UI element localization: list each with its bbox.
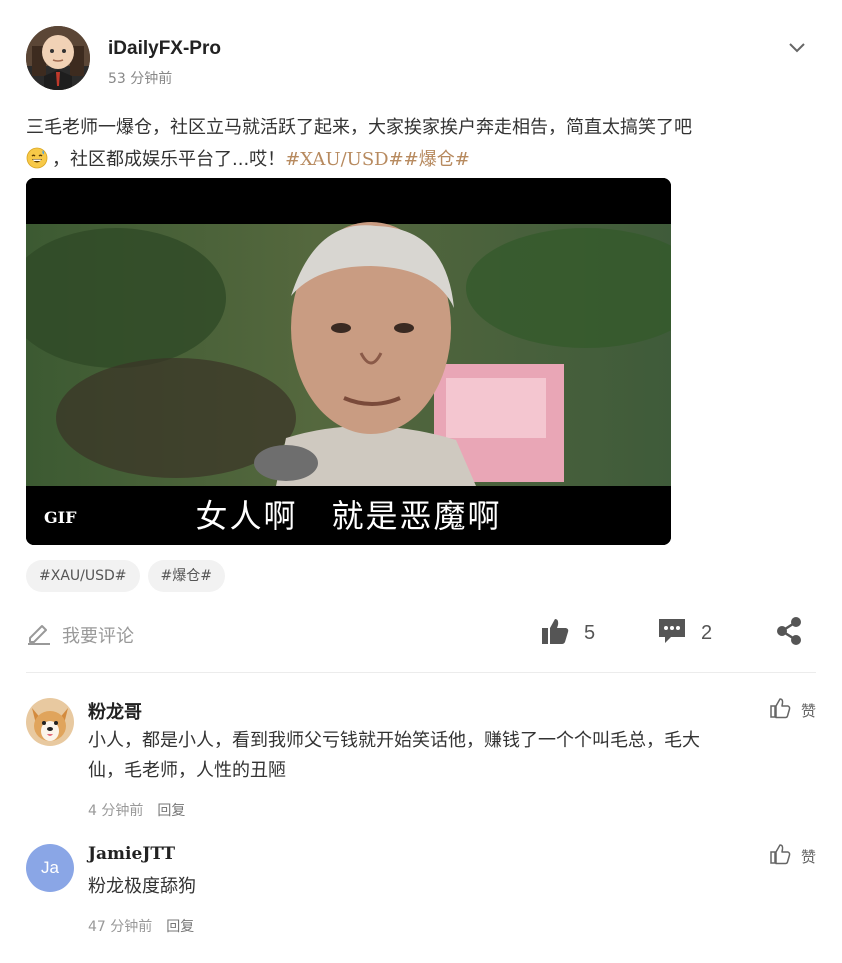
comment-like-label: 赞 [800, 701, 816, 720]
edit-icon [26, 620, 52, 650]
write-comment-button[interactable]: 我要评论 [26, 622, 134, 648]
comment-text-line1: 小人，都是小人，看到我师父亏钱就开始笑话他，赚钱了一个个叫毛总，毛大 [88, 730, 700, 751]
comment-text: 小人，都是小人，看到我师父亏钱就开始笑话他，赚钱了一个个叫毛总，毛大 仙，毛老师… [88, 726, 788, 786]
post-header: iDailyFX-Pro 53 分钟前 [26, 26, 816, 90]
post-text-line1: 三毛老师一爆仓，社区立马就活跃了起来，大家挨家挨户奔走相告，简直太搞笑了吧 [26, 117, 692, 138]
share-icon [774, 616, 804, 650]
divider [26, 672, 816, 673]
reply-button[interactable]: 回复 [157, 800, 185, 820]
author-avatar[interactable] [26, 26, 90, 90]
post-timestamp: 53 分钟前 [108, 71, 173, 87]
commenter-avatar[interactable]: Ja [26, 844, 74, 892]
comment-text-line2: 仙，毛老师，人性的丑陋 [88, 760, 286, 781]
share-button[interactable] [774, 616, 804, 650]
comment-text-line1: 粉龙极度舔狗 [88, 876, 196, 897]
write-comment-label: 我要评论 [62, 626, 134, 647]
tag-list: #XAU/USD# #爆仓# [26, 560, 225, 592]
commenter-avatar[interactable] [26, 698, 74, 746]
like-count: 5 [584, 621, 596, 644]
commenter-name[interactable]: JamieJTT [88, 844, 175, 864]
inline-hashtags[interactable]: #XAU/USD##爆仓# [285, 149, 470, 170]
author-name[interactable]: iDailyFX-Pro [108, 38, 221, 60]
gif-subtitle: 女人啊 就是恶魔啊 [195, 497, 502, 535]
comment-text: 粉龙极度舔狗 [88, 872, 788, 902]
comment-count: 2 [701, 621, 713, 644]
post-text-line2: ，社区都成娱乐平台了...哎！ [52, 149, 286, 170]
post-body: 三毛老师一爆仓，社区立马就活跃了起来，大家挨家挨户奔走相告，简直太搞笑了吧 ，社… [26, 112, 806, 176]
comment-timestamp: 47 分钟前 [88, 919, 153, 935]
comment-timestamp: 4 分钟前 [88, 803, 144, 819]
reply-button[interactable]: 回复 [166, 916, 194, 936]
comment-like-label: 赞 [800, 847, 816, 866]
comment-like-button[interactable]: 赞 [769, 698, 816, 722]
comment-bubble-icon [657, 616, 687, 650]
gif-media[interactable]: GIF 女人啊 就是恶魔啊 [26, 178, 671, 545]
action-bar: 我要评论 5 2 [26, 612, 816, 656]
tag-xau-usd[interactable]: #XAU/USD# [26, 560, 140, 592]
comment-item: 粉龙哥 小人，都是小人，看到我师父亏钱就开始笑话他，赚钱了一个个叫毛总，毛大 仙… [26, 698, 816, 820]
comment-meta: 47 分钟前 回复 [88, 916, 194, 936]
thumbs-up-outline-icon [769, 697, 791, 723]
comment-like-button[interactable]: 赞 [769, 844, 816, 868]
commenter-name[interactable]: 粉龙哥 [88, 698, 142, 724]
thumbs-up-outline-icon [769, 843, 791, 869]
tag-liquidation[interactable]: #爆仓# [147, 560, 225, 592]
comments-button[interactable]: 2 [657, 618, 712, 648]
like-button[interactable]: 5 [540, 618, 595, 648]
comment-meta: 4 分钟前 回复 [88, 800, 185, 820]
thumbs-up-icon [540, 616, 570, 650]
chevron-down-icon[interactable] [786, 36, 808, 58]
grinning-sweat-emoji-icon [26, 147, 48, 169]
avatar-initials: Ja [41, 858, 59, 877]
comment-item: Ja JamieJTT 粉龙极度舔狗 47 分钟前 回复 赞 [26, 844, 816, 944]
